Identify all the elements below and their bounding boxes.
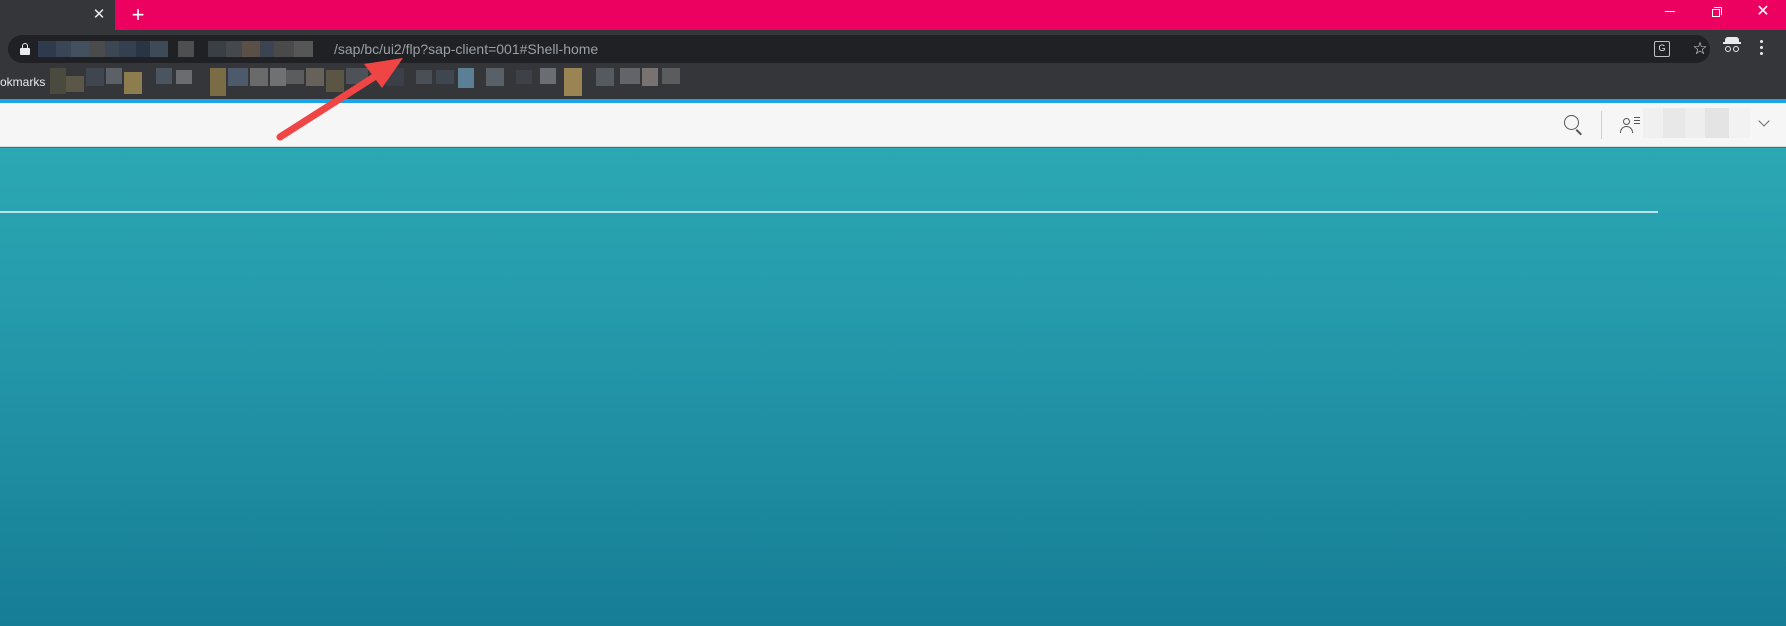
window-close-button[interactable]: ✕ <box>1740 0 1786 24</box>
group-divider <box>0 211 1658 213</box>
address-bar[interactable]: /sap/bc/ui2/flp?sap-client=001#Shell-hom… <box>8 35 1710 63</box>
star-icon[interactable]: ☆ <box>1692 40 1708 57</box>
new-tab-button[interactable]: + <box>126 3 150 27</box>
browser-tab-strip: ✕ + ✕ <box>0 0 1786 30</box>
shell-divider <box>1601 111 1602 139</box>
menu-icon[interactable] <box>1760 40 1764 56</box>
user-name-redacted[interactable] <box>1643 108 1750 138</box>
browser-toolbar: /sap/bc/ui2/flp?sap-client=001#Shell-hom… <box>0 30 1786 68</box>
search-icon[interactable] <box>1563 114 1585 136</box>
minimize-button[interactable] <box>1647 0 1693 24</box>
url-text: /sap/bc/ui2/flp?sap-client=001#Shell-hom… <box>334 41 599 57</box>
tab-close-icon[interactable]: ✕ <box>89 5 109 25</box>
launchpad-canvas <box>0 148 1786 626</box>
chevron-down-icon[interactable] <box>1758 115 1771 129</box>
bookmarks-bar: okmarks <box>0 68 1786 100</box>
url-host-redacted <box>38 41 333 57</box>
user-icon[interactable] <box>1620 115 1640 135</box>
browser-tab[interactable]: ✕ <box>0 0 115 30</box>
bookmarks-label[interactable]: okmarks <box>0 74 45 90</box>
bookmarks-redacted <box>50 68 795 98</box>
translate-icon[interactable]: G <box>1654 41 1670 57</box>
close-icon: ✕ <box>1756 3 1770 20</box>
lock-icon[interactable] <box>20 43 30 55</box>
incognito-icon[interactable] <box>1723 36 1741 52</box>
fiori-shell-bar <box>0 103 1786 147</box>
restore-button[interactable] <box>1694 0 1740 24</box>
